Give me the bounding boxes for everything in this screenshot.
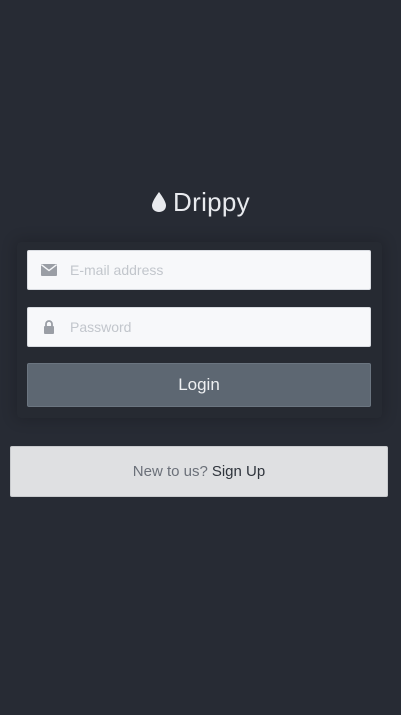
brand-header: Drippy (0, 184, 401, 220)
lock-icon (41, 319, 57, 335)
signup-link[interactable]: Sign Up (212, 463, 265, 480)
password-field[interactable] (27, 307, 371, 347)
envelope-icon (41, 262, 57, 278)
password-input[interactable] (70, 319, 350, 335)
droplet-icon (151, 191, 167, 213)
login-button[interactable]: Login (27, 363, 371, 407)
brand-name: Drippy (173, 186, 250, 217)
login-screen: Drippy Login New to us? Sign Up (0, 0, 401, 715)
email-field[interactable] (27, 250, 371, 290)
email-input[interactable] (70, 262, 350, 278)
signup-bar[interactable]: New to us? Sign Up (10, 446, 388, 497)
signup-prompt: New to us? (132, 463, 208, 480)
